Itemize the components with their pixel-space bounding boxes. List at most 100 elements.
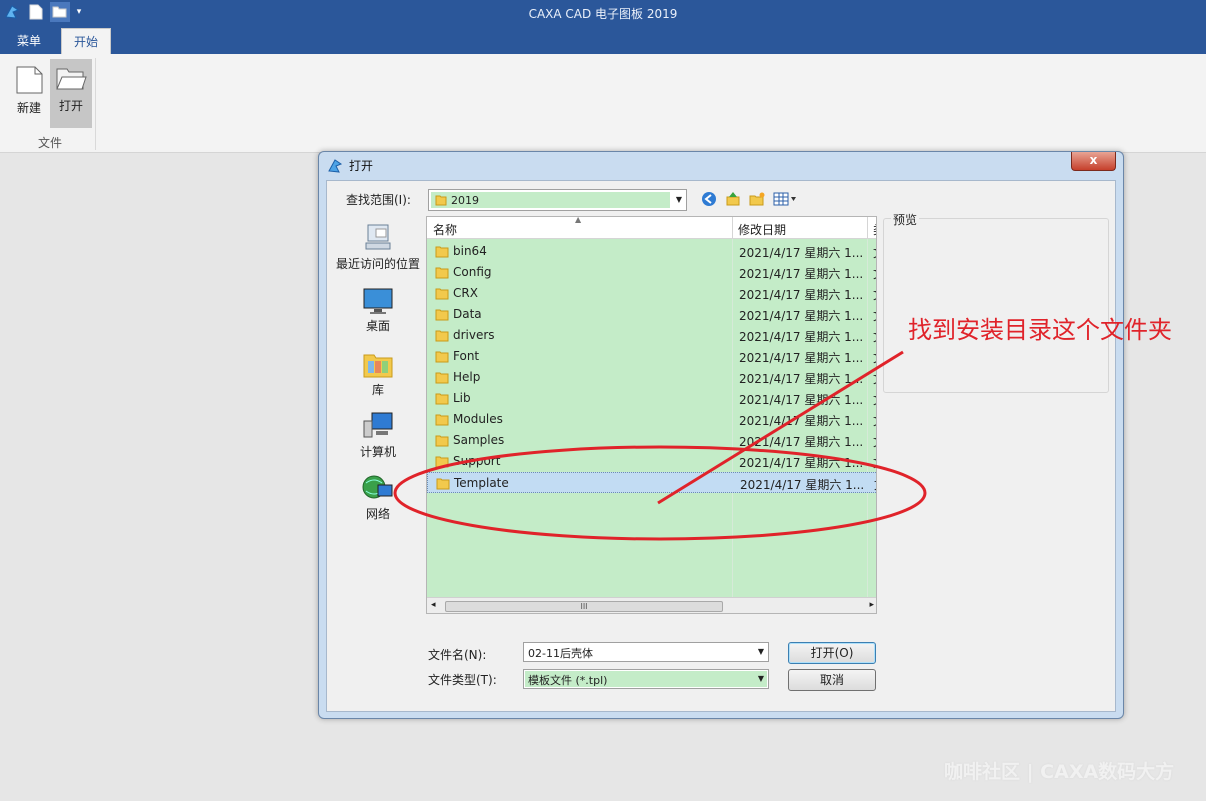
new-folder-icon[interactable] — [748, 190, 766, 208]
open-dialog: 打开 x 查找范围(I): 2019 ▼ 最近访问的位置 桌面 库 计算机 网络… — [318, 151, 1124, 719]
file-type-cell: 文 — [873, 370, 876, 387]
new-document-icon — [16, 66, 43, 94]
file-date: 2021/4/17 星期六 1... — [739, 246, 864, 260]
file-type-cell: 文 — [874, 476, 876, 493]
file-row[interactable]: Font 2021/4/17 星期六 1... 文 — [427, 346, 876, 367]
file-name: Config — [453, 265, 492, 279]
file-row[interactable]: CRX 2021/4/17 星期六 1... 文 — [427, 283, 876, 304]
folder-icon — [435, 393, 449, 405]
title-bar: ▾ CAXA CAD 电子图板 2019 — [0, 0, 1206, 26]
view-menu-icon[interactable] — [772, 190, 798, 208]
preview-label: 预览 — [891, 211, 920, 228]
file-row[interactable]: Support 2021/4/17 星期六 1... 文 — [427, 451, 876, 472]
file-name-input[interactable]: 02-11后壳体 ▼ — [523, 642, 769, 662]
file-date: 2021/4/17 星期六 1... — [739, 330, 864, 344]
file-row[interactable]: drivers 2021/4/17 星期六 1... 文 — [427, 325, 876, 346]
place-desktop[interactable]: 桌面 — [333, 287, 423, 334]
app-title: CAXA CAD 电子图板 2019 — [528, 7, 678, 21]
place-network-label: 网络 — [365, 507, 390, 521]
file-list[interactable]: 名称 ▲ 修改日期 类 bin642021/4/17 星期六 1...文Conf… — [426, 216, 877, 614]
dialog-titlebar: 打开 — [327, 157, 373, 174]
file-type-label: 文件类型(T): — [428, 673, 497, 687]
open-button-label: 打开 — [58, 99, 83, 113]
file-name: Template — [454, 476, 509, 490]
sort-up-icon: ▲ — [575, 216, 582, 224]
file-date: 2021/4/17 星期六 1... — [739, 414, 864, 428]
scroll-left-icon[interactable]: ◂ — [431, 600, 436, 610]
folder-icon — [435, 435, 449, 447]
file-date: 2021/4/17 星期六 1... — [739, 351, 864, 365]
file-name: Data — [453, 307, 482, 321]
file-type-cell: 文 — [873, 454, 876, 471]
file-row[interactable]: Lib 2021/4/17 星期六 1... 文 — [427, 388, 876, 409]
file-name: drivers — [453, 328, 495, 342]
app-logo-icon — [328, 158, 343, 173]
folder-icon — [435, 246, 449, 258]
column-header: 名称 ▲ 修改日期 类 — [427, 216, 876, 239]
open-button[interactable]: 打开 — [50, 59, 92, 128]
place-recent[interactable]: 最近访问的位置 — [333, 223, 423, 272]
place-computer[interactable]: 计算机 — [333, 411, 423, 460]
scroll-thumb[interactable]: III — [445, 601, 723, 612]
file-date: 2021/4/17 星期六 1... — [739, 372, 864, 386]
open-folder-icon — [56, 68, 87, 90]
file-date: 2021/4/17 星期六 1... — [739, 393, 864, 407]
new-button[interactable]: 新建 — [8, 59, 50, 128]
annotation-text: 找到安装目录这个文件夹 — [908, 316, 1172, 344]
place-recent-label: 最近访问的位置 — [335, 257, 420, 271]
folder-icon — [435, 288, 449, 300]
folder-icon — [435, 309, 449, 321]
file-date: 2021/4/17 星期六 1... — [739, 309, 864, 323]
file-row[interactable]: Template 2021/4/17 星期六 1... 文 — [427, 472, 876, 493]
file-row[interactable]: Help 2021/4/17 星期六 1... 文 — [427, 367, 876, 388]
file-name: bin64 — [453, 244, 487, 258]
column-modified[interactable]: 修改日期 — [738, 221, 786, 238]
back-icon[interactable] — [700, 190, 718, 208]
chevron-down-icon[interactable]: ▼ — [676, 195, 682, 204]
column-name[interactable]: 名称 — [433, 221, 457, 238]
file-row[interactable]: Config 2021/4/17 星期六 1... 文 — [427, 262, 876, 283]
horizontal-scrollbar[interactable]: ◂ III ▸ — [427, 597, 876, 613]
recent-places-icon — [365, 224, 391, 250]
file-type-cell: 文 — [873, 412, 876, 429]
file-date: 2021/4/17 星期六 1... — [739, 288, 864, 302]
up-folder-icon[interactable] — [724, 190, 742, 208]
close-button[interactable]: x — [1071, 152, 1116, 171]
file-date: 2021/4/17 星期六 1... — [739, 456, 864, 470]
file-row[interactable]: Modules 2021/4/17 星期六 1... 文 — [427, 409, 876, 430]
computer-icon — [363, 412, 393, 438]
dialog-title: 打开 — [349, 159, 374, 173]
file-type-cell: 文 — [873, 265, 876, 282]
file-row[interactable]: Samples 2021/4/17 星期六 1... 文 — [427, 430, 876, 451]
file-name: Font — [453, 349, 480, 363]
tab-start[interactable]: 开始 — [61, 28, 112, 54]
file-date: 2021/4/17 星期六 1... — [739, 267, 864, 281]
chevron-down-icon[interactable]: ▼ — [758, 647, 764, 656]
open-file-button[interactable]: 打开(O) — [788, 642, 876, 664]
file-name-label: 文件名(N): — [428, 648, 487, 662]
folder-icon — [435, 414, 449, 426]
preview-pane — [883, 218, 1109, 393]
place-desktop-label: 桌面 — [365, 319, 390, 333]
file-type-cell: 文 — [873, 244, 876, 261]
look-in-dropdown[interactable]: 2019 ▼ — [428, 189, 687, 211]
chevron-down-icon[interactable]: ▼ — [758, 674, 764, 683]
folder-icon — [435, 330, 449, 342]
folder-icon — [435, 267, 449, 279]
folder-icon — [435, 372, 449, 384]
place-network[interactable]: 网络 — [333, 473, 423, 522]
file-type-select[interactable]: 模板文件 (*.tpl) ▼ — [523, 669, 769, 689]
place-libraries[interactable]: 库 — [333, 349, 423, 398]
file-type-cell: 文 — [873, 391, 876, 408]
column-type[interactable]: 类 — [873, 221, 876, 238]
scroll-right-icon[interactable]: ▸ — [869, 600, 874, 610]
tab-menu[interactable]: 菜单 — [5, 28, 53, 54]
file-type-cell: 文 — [873, 433, 876, 450]
file-row[interactable]: bin64 2021/4/17 星期六 1... 文 — [427, 241, 876, 262]
file-type-cell: 文 — [873, 307, 876, 324]
file-name: Samples — [453, 433, 505, 447]
cancel-button[interactable]: 取消 — [788, 669, 876, 691]
file-name: CRX — [453, 286, 478, 300]
file-row[interactable]: Data 2021/4/17 星期六 1... 文 — [427, 304, 876, 325]
place-libraries-label: 库 — [371, 383, 384, 397]
